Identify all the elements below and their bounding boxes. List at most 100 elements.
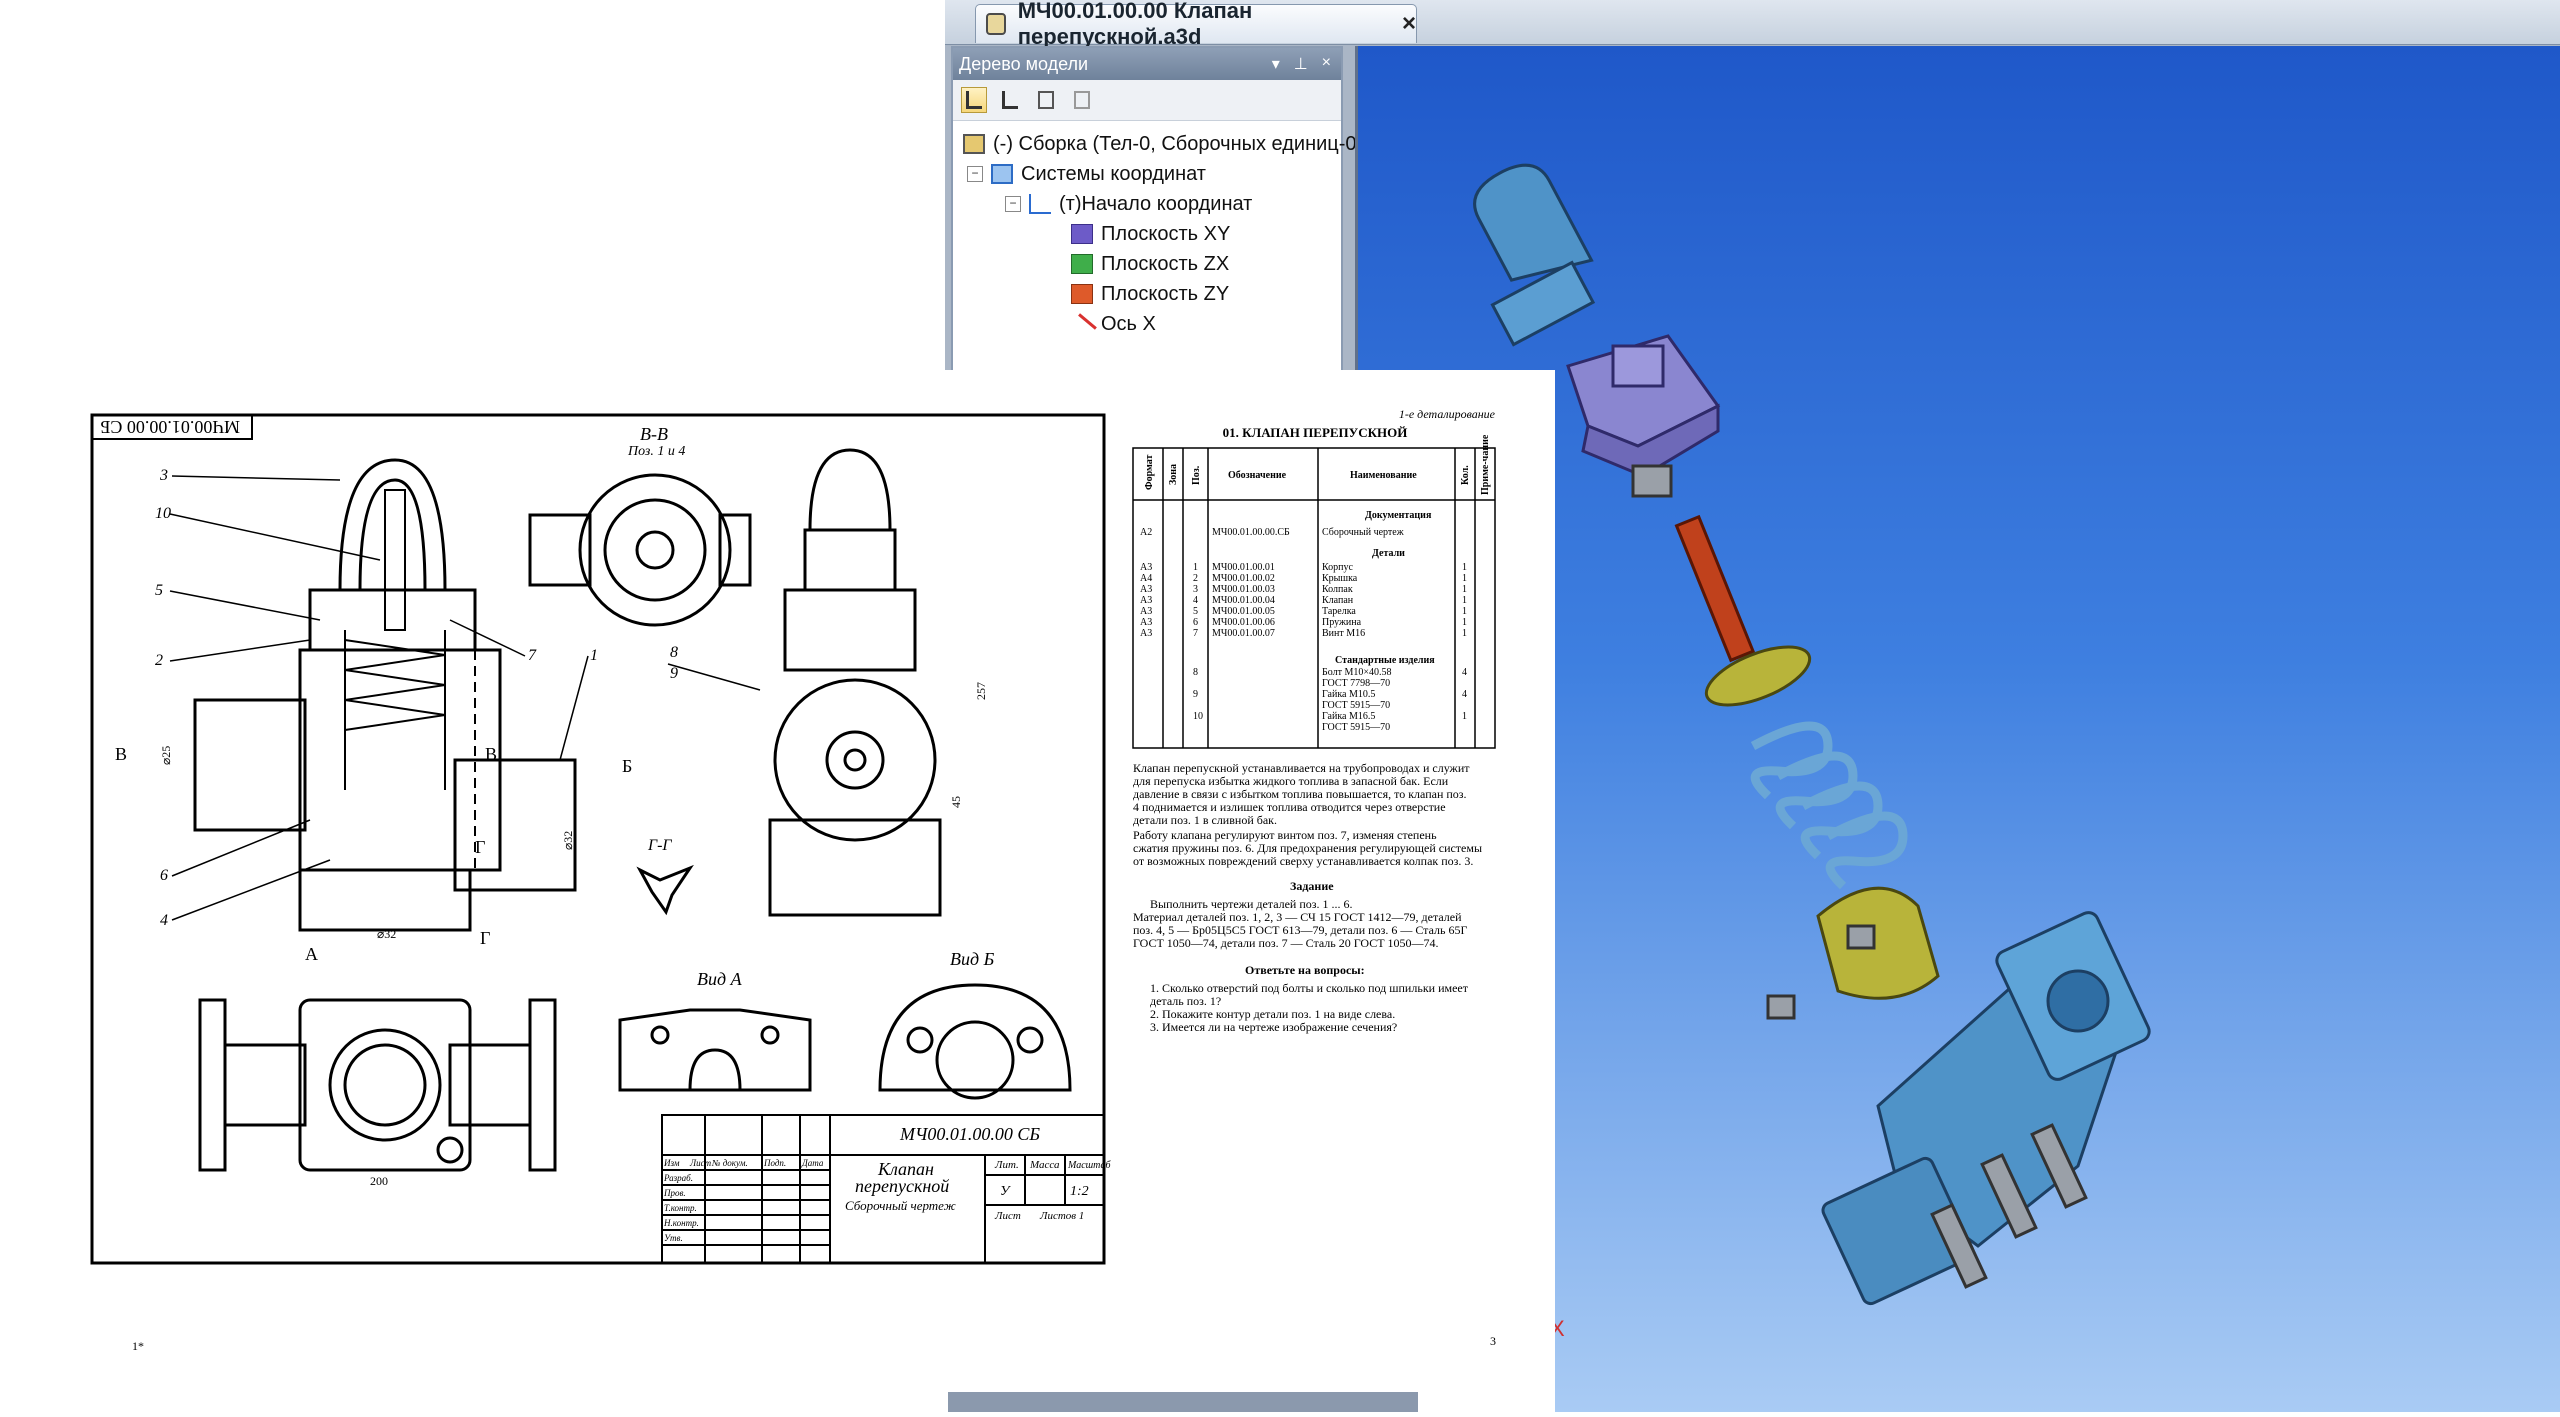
tree-show-button[interactable] xyxy=(1033,87,1059,113)
section-bb-subtitle: Поз. 1 и 4 xyxy=(627,444,685,459)
svg-text:45: 45 xyxy=(949,796,963,808)
svg-text:⌀32: ⌀32 xyxy=(377,927,396,941)
spec-cell-name: Клапан xyxy=(1322,595,1354,606)
svg-text:Сборочный чертеж: Сборочный чертеж xyxy=(845,1198,956,1213)
assembly-icon xyxy=(963,134,985,154)
panel-menu-icon[interactable]: ▾ xyxy=(1272,54,1280,74)
tree-structure-button[interactable] xyxy=(961,87,987,113)
paragraph-line: Клапан перепускной устанавливается на тр… xyxy=(1133,761,1470,775)
spec-cell-code: МЧ00.01.00.05 xyxy=(1212,606,1275,617)
pin-icon[interactable]: ⊥ xyxy=(1294,54,1308,74)
document-tab[interactable]: МЧ00.01.00.00 Клапан перепускной.a3d × xyxy=(975,0,1417,49)
spec-cell-qty: 4 xyxy=(1462,689,1467,700)
svg-text:10: 10 xyxy=(155,505,171,522)
spec-cell-qty: 1 xyxy=(1462,606,1467,617)
tree-item-axis-x[interactable]: Ось X xyxy=(1067,309,1156,343)
spec-cell-pos: 7 xyxy=(1193,628,1198,639)
spec-cell-format: А3 xyxy=(1140,584,1152,595)
tree-item-label: (-) Сборка (Тел-0, Сборочных единиц-0, Д xyxy=(993,132,1382,155)
paragraph-line: для перепуска избытка жидкого топлива в … xyxy=(1133,774,1449,788)
spec-cell-qty: 1 xyxy=(1462,595,1467,606)
svg-text:2: 2 xyxy=(155,652,163,669)
svg-text:Разраб.: Разраб. xyxy=(663,1173,693,1183)
questions-title: Ответьте на вопросы: xyxy=(1245,963,1365,977)
svg-text:Сборочный чертеж: Сборочный чертеж xyxy=(1322,527,1404,538)
view-b xyxy=(878,983,1072,1100)
cover-part xyxy=(1566,334,1721,478)
svg-text:Формат: Формат xyxy=(1144,455,1155,490)
spec-cell-name: Крышка xyxy=(1322,573,1358,584)
tree-item-assembly[interactable]: (-) Сборка (Тел-0, Сборочных единиц-0, Д xyxy=(963,129,1381,159)
spec-cell-pos: 4 xyxy=(1193,595,1198,606)
tree-item-label: Ось X xyxy=(1101,312,1156,335)
tree-item-coordinate-systems[interactable]: − Системы координат xyxy=(967,159,1206,189)
side-view xyxy=(768,448,942,917)
spec-cell-pos: 1 xyxy=(1193,562,1198,573)
svg-text:Б: Б xyxy=(622,756,632,776)
spec-cell-name: Винт М16 xyxy=(1322,628,1365,639)
svg-text:1: 1 xyxy=(590,647,598,664)
valve-part xyxy=(1816,886,1940,1000)
spec-cell-qty: 1 xyxy=(1462,562,1467,573)
svg-text:Масса: Масса xyxy=(1029,1159,1060,1171)
spec-cell-format: А4 xyxy=(1140,573,1152,584)
spec-cell-pos: 8 xyxy=(1193,667,1198,678)
assembly-file-icon xyxy=(986,13,1006,35)
question-line: 3. Имеется ли на чертеже изображение сеч… xyxy=(1150,1020,1397,1034)
panel-header-buttons: ▾ ⊥ × xyxy=(1272,54,1331,74)
view-b-title: Вид Б xyxy=(950,949,995,969)
svg-text:Подп.: Подп. xyxy=(763,1158,786,1168)
spec-cell-format: А3 xyxy=(1140,606,1152,617)
tree-item-origin[interactable]: − (т)Начало координат xyxy=(1005,189,1252,219)
task-line: Материал деталей поз. 1, 2, 3 — СЧ 15 ГО… xyxy=(1133,910,1462,924)
spec-heading: 01. КЛАПАН ПЕРЕПУСКНОЙ xyxy=(1223,425,1408,440)
spec-cell-name: ГОСТ 5915—70 xyxy=(1322,722,1390,733)
svg-text:3: 3 xyxy=(159,467,168,484)
svg-text:Наименование: Наименование xyxy=(1350,470,1417,481)
svg-text:У: У xyxy=(1000,1184,1011,1199)
assembly-drawing-sheet: МЧ00.01.00.00 СБ 3 10 5 2 6 4 7 1 8 9 В … xyxy=(90,413,1112,1353)
spec-cell-format: А3 xyxy=(1140,628,1152,639)
panel-close-icon[interactable]: × xyxy=(1322,54,1331,74)
question-line: деталь поз. 1? xyxy=(1150,994,1221,1008)
paragraph-line: от возможных повреждений сверху устанавл… xyxy=(1133,854,1473,868)
question-line: 2. Покажите контур детали поз. 1 на виде… xyxy=(1150,1007,1395,1021)
spec-table-rows: Документация А2 МЧ00.01.00.00.СБ Сборочн… xyxy=(1140,510,1432,559)
left-page-mark: 1* xyxy=(132,1339,144,1353)
spec-cell-name: Пружина xyxy=(1322,617,1362,628)
section-gg-title: Г-Г xyxy=(647,837,672,854)
svg-text:5: 5 xyxy=(155,582,163,599)
tree-item-plane-xy[interactable]: Плоскость XY xyxy=(1071,219,1230,249)
main-section-view xyxy=(193,458,577,932)
svg-text:Лит.: Лит. xyxy=(994,1159,1019,1171)
collapse-icon[interactable]: − xyxy=(1005,196,1021,212)
spring-part xyxy=(1750,721,1908,890)
svg-text:Лист: Лист xyxy=(689,1158,712,1168)
tree-properties-button[interactable] xyxy=(1069,87,1095,113)
task-line: ГОСТ 1050—74, детали поз. 7 — Сталь 20 Г… xyxy=(1133,936,1439,950)
close-tab-icon[interactable]: × xyxy=(1402,10,1416,38)
svg-text:МЧ00.01.00.00 СБ: МЧ00.01.00.00 СБ xyxy=(899,1124,1040,1144)
svg-text:В: В xyxy=(485,744,497,764)
spec-cell-format: А3 xyxy=(1140,562,1152,573)
collapse-icon[interactable]: − xyxy=(967,166,983,182)
tree-item-label: Плоскость XY xyxy=(1101,222,1231,245)
task-line: Выполнить чертежи деталей поз. 1 ... 6. xyxy=(1150,897,1353,911)
tree-item-plane-zx[interactable]: Плоскость ZX xyxy=(1071,249,1229,279)
svg-text:Приме-чание: Приме-чание xyxy=(1480,434,1491,495)
running-head: 1-е деталирование xyxy=(1399,407,1496,421)
tree-item-label: Плоскость ZY xyxy=(1101,282,1230,305)
tree-view-mode-button[interactable] xyxy=(997,87,1023,113)
svg-text:МЧ00.01.00.00.СБ: МЧ00.01.00.00.СБ xyxy=(1212,527,1290,538)
svg-text:Т.контр.: Т.контр. xyxy=(664,1203,697,1213)
tree-item-plane-zy[interactable]: Плоскость ZY xyxy=(1071,279,1229,309)
spec-cell-format: А3 xyxy=(1140,617,1152,628)
plane-zx-icon xyxy=(1071,254,1093,274)
spec-cell-pos: 3 xyxy=(1193,584,1198,595)
plate-part xyxy=(1704,645,1812,707)
book-page: МЧ00.01.00.00 СБ 3 10 5 2 6 4 7 1 8 9 В … xyxy=(0,370,1555,1412)
plane-zy-icon xyxy=(1071,284,1093,304)
paragraph-line: Работу клапана регулируют винтом поз. 7,… xyxy=(1133,828,1437,842)
svg-text:257: 257 xyxy=(974,682,988,700)
svg-text:⌀25: ⌀25 xyxy=(159,746,173,765)
